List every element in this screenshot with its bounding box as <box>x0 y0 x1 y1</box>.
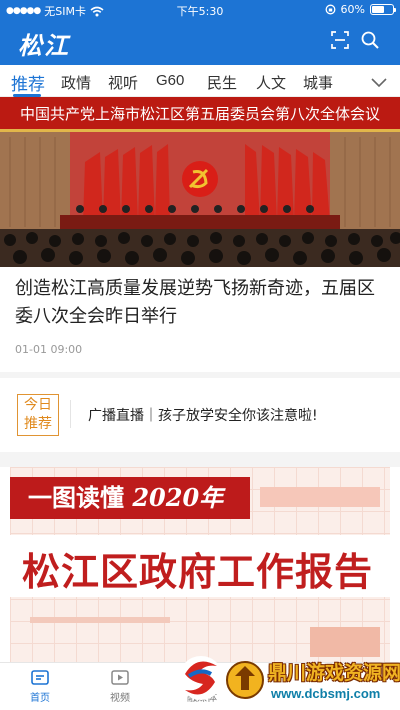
watermark-logo <box>179 656 264 700</box>
tab-audio-video[interactable]: 视听 <box>108 72 138 93</box>
watermark-name: 鼎川游戏资源网 <box>268 662 400 684</box>
category-tabs: 推荐 政情 视听 G60 民生 人文 城事 <box>0 65 400 97</box>
hero-news-image[interactable]: 中国共产党上海市松江区第五届委员会第八次全体会议 <box>0 97 400 267</box>
section-divider <box>0 452 400 467</box>
watermark-url: www.dcbsmj.com <box>271 686 381 701</box>
app-screen: ●●●●● 无SIM卡 下午5:30 60% 松江 推荐 政情 视听 G60 民… <box>0 0 400 710</box>
report-title: 松江区政府工作报告 <box>22 550 374 594</box>
report-subtitle: 一图读懂 2020年 <box>10 477 250 519</box>
tab-recommend[interactable]: 推荐 <box>11 70 45 95</box>
hero-banner-text: 中国共产党上海市松江区第五届委员会第八次全体会议 <box>0 97 400 132</box>
news-headline[interactable]: 创造松江高质量发展逆势飞扬新奇迹，五届区委八次全会昨日举行 <box>15 275 387 331</box>
watermark: 鼎川游戏资源网 www.dcbsmj.com <box>175 648 400 710</box>
rotation-lock-icon <box>325 4 335 15</box>
home-icon <box>31 670 49 685</box>
app-header: ●●●●● 无SIM卡 下午5:30 60% 松江 <box>0 0 400 65</box>
search-icon[interactable] <box>360 30 380 50</box>
report-title-box: 松江区政府工作报告 <box>10 535 390 597</box>
status-bar: ●●●●● 无SIM卡 下午5:30 60% <box>0 0 400 20</box>
tab-culture[interactable]: 人文 <box>256 72 286 93</box>
app-logo: 松江 <box>18 31 70 60</box>
tab-city[interactable]: 城事 <box>303 72 333 93</box>
nav-video[interactable]: 视频 <box>90 669 150 704</box>
nav-home[interactable]: 首页 <box>10 669 70 704</box>
battery-percent: 60% <box>340 3 365 16</box>
tab-politics[interactable]: 政情 <box>61 72 91 93</box>
today-recommend-badge: 今日 推荐 <box>17 394 59 436</box>
news-timestamp: 01-01 09:00 <box>15 343 83 356</box>
tab-g60[interactable]: G60 <box>156 72 184 89</box>
today-recommend-row[interactable]: 今日 推荐 广播直播｜孩子放学安全你该注意啦! <box>0 378 400 452</box>
tab-livelihood[interactable]: 民生 <box>207 72 237 93</box>
recommend-text[interactable]: 广播直播｜孩子放学安全你该注意啦! <box>88 405 318 425</box>
scan-icon[interactable] <box>330 30 350 50</box>
video-icon <box>111 670 129 685</box>
report-card[interactable]: 一图读懂 2020年 松江区政府工作报告 <box>10 467 390 672</box>
battery-icon <box>370 4 396 15</box>
recommend-divider <box>70 400 71 428</box>
chevron-down-icon[interactable] <box>370 75 388 89</box>
